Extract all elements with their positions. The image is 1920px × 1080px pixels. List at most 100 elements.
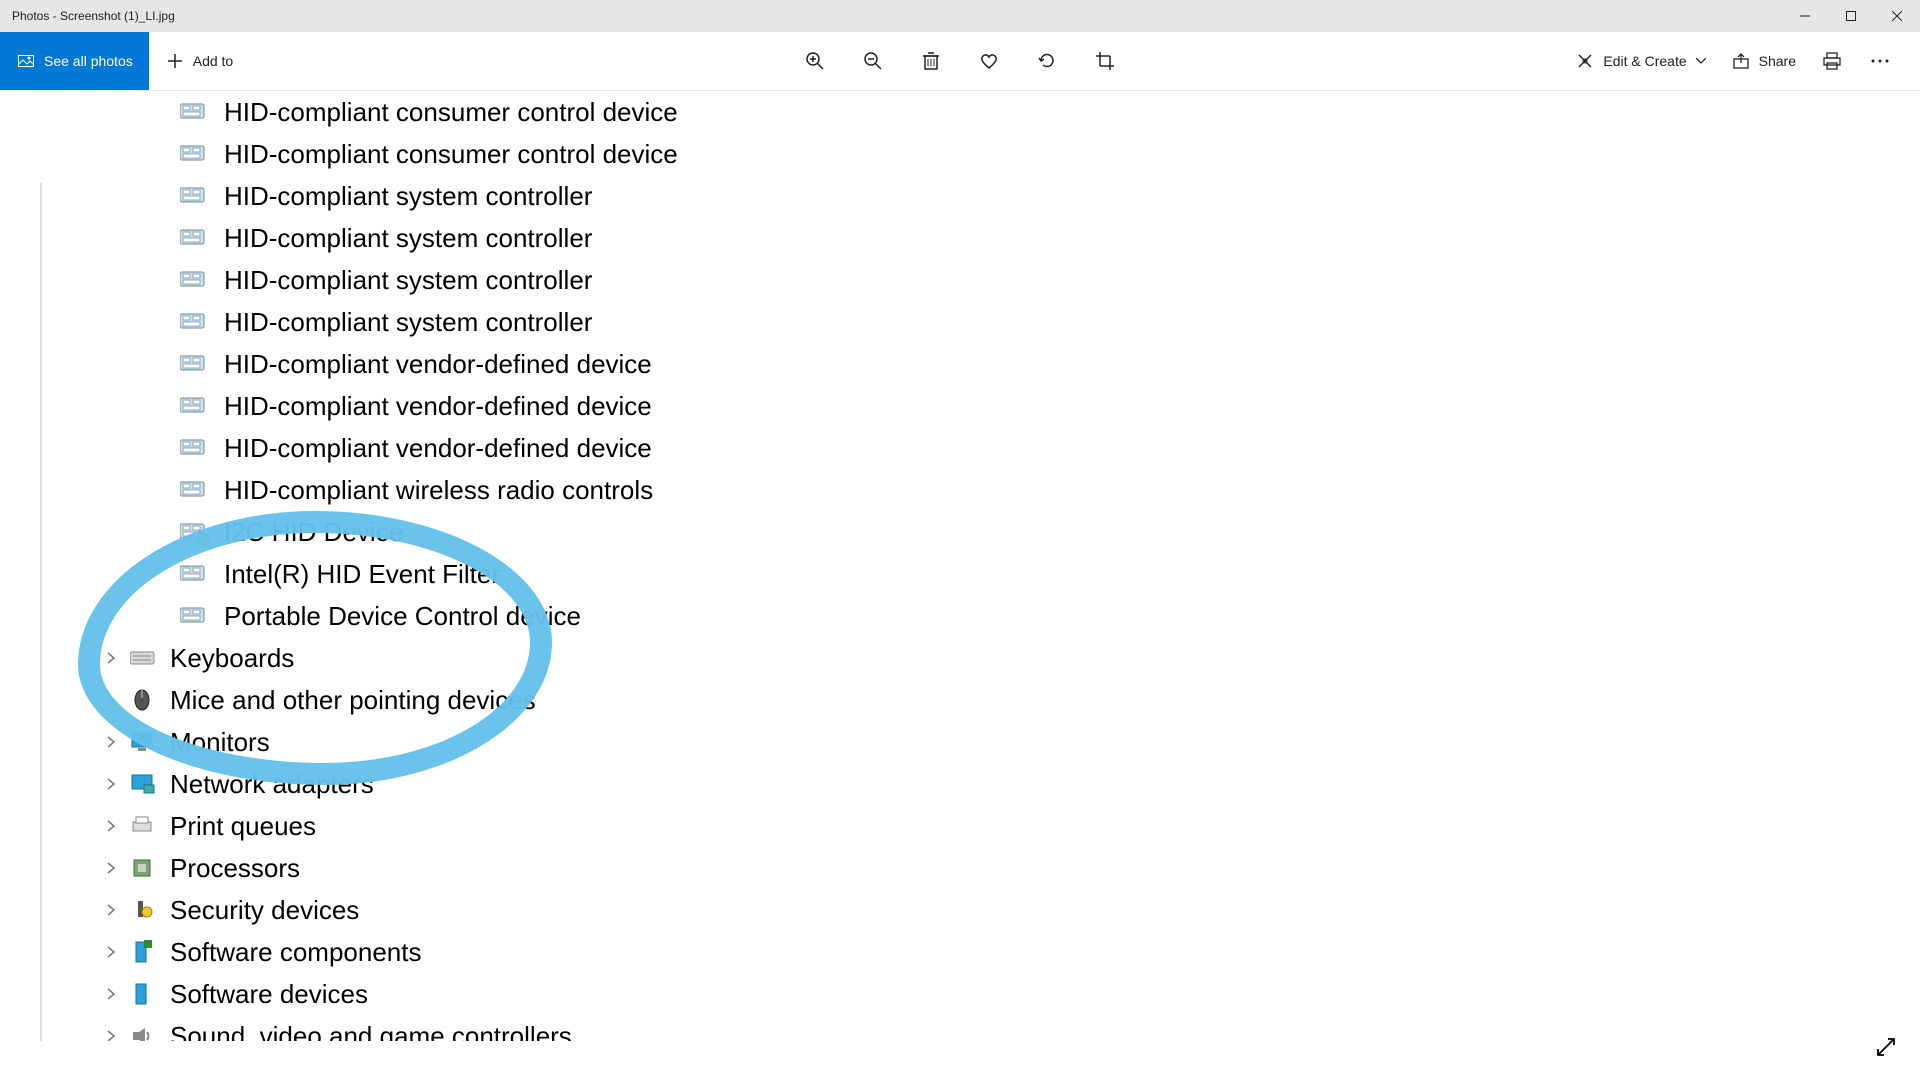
device-item: Portable Device Control device — [0, 595, 1920, 637]
category-label: Software devices — [170, 981, 368, 1007]
favorite-button[interactable] — [977, 49, 1001, 73]
keyboard-icon — [130, 646, 158, 670]
device-category: Processors — [0, 847, 1920, 889]
device-label: HID-compliant wireless radio controls — [224, 477, 653, 503]
category-label: Software components — [170, 939, 421, 965]
chevron-right-icon — [104, 861, 118, 875]
device-item: HID-compliant consumer control device — [0, 91, 1920, 133]
device-icon — [180, 268, 208, 292]
security-icon — [130, 898, 158, 922]
device-item: HID-compliant vendor-defined device — [0, 385, 1920, 427]
device-icon — [180, 184, 208, 208]
toolbar-right: Edit & Create Share — [1575, 49, 1920, 73]
device-item: HID-compliant vendor-defined device — [0, 343, 1920, 385]
device-item: HID-compliant wireless radio controls — [0, 469, 1920, 511]
chevron-right-icon — [104, 819, 118, 833]
warning-badge-icon — [196, 532, 210, 546]
category-label: Print queues — [170, 813, 316, 839]
device-category: Sound, video and game controllers — [0, 1015, 1920, 1057]
plus-icon — [165, 51, 185, 71]
print-button[interactable] — [1820, 49, 1844, 73]
device-icon — [180, 226, 208, 250]
device-label: HID-compliant system controller — [224, 267, 592, 293]
zoom-in-button[interactable] — [803, 49, 827, 73]
device-label: HID-compliant vendor-defined device — [224, 351, 652, 377]
device-item: HID-compliant consumer control device — [0, 133, 1920, 175]
see-all-photos-button[interactable]: See all photos — [0, 32, 149, 90]
device-label: HID-compliant vendor-defined device — [224, 435, 652, 461]
crop-button[interactable] — [1093, 49, 1117, 73]
device-label: I2C HID Device — [224, 519, 403, 545]
image-viewer[interactable]: HID-compliant consumer control device HID… — [0, 91, 1920, 1080]
image-content: HID-compliant consumer control device HID… — [0, 91, 1920, 1080]
device-icon — [180, 142, 208, 166]
device-icon — [180, 520, 208, 544]
chevron-right-icon — [104, 693, 118, 707]
printer-icon — [130, 814, 158, 838]
device-category: Security devices — [0, 889, 1920, 931]
device-category: Mice and other pointing devices — [0, 679, 1920, 721]
swdev-icon — [130, 982, 158, 1006]
toolbar-center — [803, 49, 1117, 73]
chevron-right-icon — [104, 987, 118, 1001]
sound-icon — [130, 1024, 158, 1048]
device-label: HID-compliant system controller — [224, 183, 592, 209]
see-all-label: See all photos — [44, 53, 133, 69]
zoom-out-button[interactable] — [861, 49, 885, 73]
device-category: Monitors — [0, 721, 1920, 763]
device-item: Intel(R) HID Event Filter — [0, 553, 1920, 595]
device-manager-screenshot: HID-compliant consumer control device HID… — [0, 91, 1920, 1057]
device-label: HID-compliant consumer control device — [224, 99, 678, 125]
cpu-icon — [130, 856, 158, 880]
chevron-right-icon — [104, 735, 118, 749]
device-icon — [180, 478, 208, 502]
add-to-button[interactable]: Add to — [149, 32, 249, 90]
more-button[interactable] — [1868, 49, 1892, 73]
chevron-right-icon — [104, 777, 118, 791]
device-label: Intel(R) HID Event Filter — [224, 561, 500, 587]
device-item: HID-compliant system controller — [0, 301, 1920, 343]
device-icon — [180, 436, 208, 460]
netadapter-icon — [130, 772, 158, 796]
share-button[interactable]: Share — [1731, 51, 1796, 71]
category-label: Sound, video and game controllers — [170, 1023, 572, 1049]
window-title: Photos - Screenshot (1)_LI.jpg — [0, 9, 175, 23]
device-category: Keyboards — [0, 637, 1920, 679]
device-item: HID-compliant system controller — [0, 217, 1920, 259]
category-label: Processors — [170, 855, 300, 881]
close-button[interactable] — [1874, 0, 1920, 32]
fullscreen-button[interactable] — [1872, 1033, 1900, 1061]
edit-create-button[interactable]: Edit & Create — [1575, 51, 1706, 71]
device-label: HID-compliant vendor-defined device — [224, 393, 652, 419]
device-icon — [180, 562, 208, 586]
chevron-right-icon — [104, 651, 118, 665]
device-icon — [180, 394, 208, 418]
minimize-button[interactable] — [1782, 0, 1828, 32]
device-icon — [180, 100, 208, 124]
device-category: Print queues — [0, 805, 1920, 847]
share-label: Share — [1759, 53, 1796, 69]
tree-guide-line — [40, 183, 42, 1080]
category-label: Network adapters — [170, 771, 374, 797]
maximize-button[interactable] — [1828, 0, 1874, 32]
rotate-button[interactable] — [1035, 49, 1059, 73]
edit-icon — [1575, 51, 1595, 71]
photo-icon — [16, 51, 36, 71]
chevron-right-icon — [104, 945, 118, 959]
share-icon — [1731, 51, 1751, 71]
device-category: Software components — [0, 931, 1920, 973]
device-category: Software devices — [0, 973, 1920, 1015]
device-label: HID-compliant system controller — [224, 225, 592, 251]
add-to-label: Add to — [193, 53, 233, 69]
category-label: Monitors — [170, 729, 270, 755]
device-item: I2C HID Device — [0, 511, 1920, 553]
photos-toolbar: See all photos Add to — [0, 32, 1920, 91]
device-icon — [180, 310, 208, 334]
category-label: Mice and other pointing devices — [170, 687, 536, 713]
toolbar-left: See all photos Add to — [0, 32, 249, 90]
device-label: HID-compliant consumer control device — [224, 141, 678, 167]
device-icon — [180, 604, 208, 628]
delete-button[interactable] — [919, 49, 943, 73]
titlebar: Photos - Screenshot (1)_LI.jpg — [0, 0, 1920, 32]
swcomp-icon — [130, 940, 158, 964]
